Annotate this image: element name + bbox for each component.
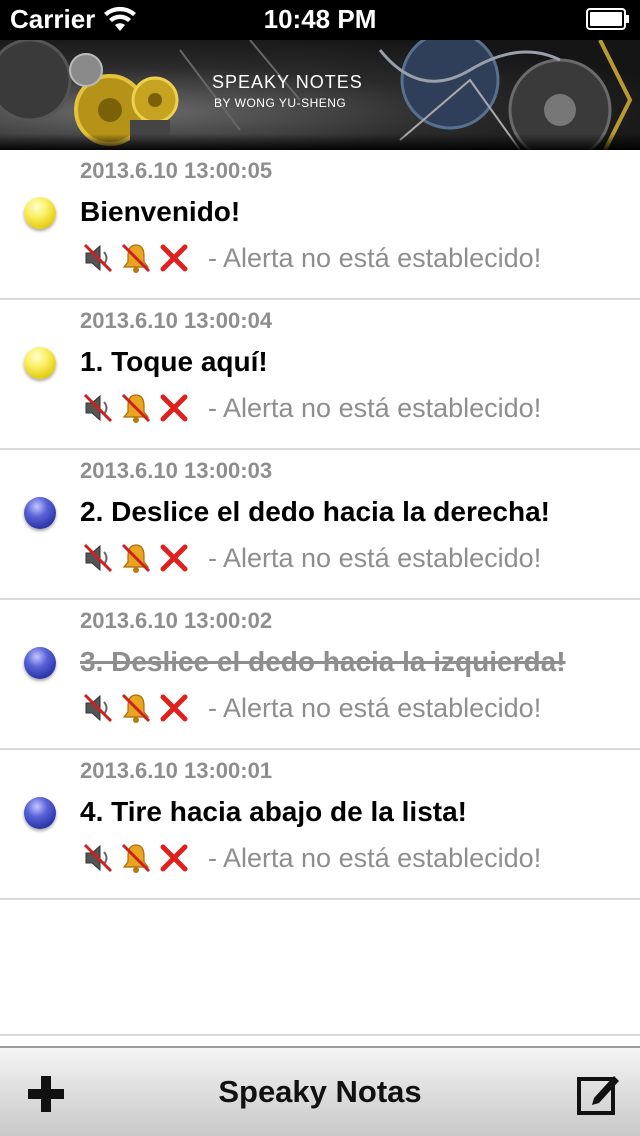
note-title: 1. Toque aquí! [80,346,268,377]
battery-icon [586,8,629,30]
status-right [586,8,630,30]
note-row[interactable]: 2013.6.10 13:00:03 2. Deslice el dedo ha… [0,450,640,600]
bell-muted-icon [121,243,151,273]
note-status-dot [24,797,56,829]
compose-icon [577,1076,619,1115]
note-row[interactable]: 2013.6.10 13:00:01 4. Tire hacia abajo d… [0,750,640,900]
note-timestamp: 2013.6.10 13:00:03 [80,458,273,483]
header-banner: SPEAKY NOTES BY WONG YU-SHENG [0,40,640,160]
red-x-icon [160,544,188,572]
speaker-muted-icon [83,393,113,423]
note-title: 2. Deslice el dedo hacia la derecha! [80,496,550,527]
note-status-dot [24,197,56,229]
note-alert-status: - Alerta no está establecido! [208,242,542,273]
note-alert-line: - Alerta no está establecido! [82,240,541,276]
status-bar: Carrier 10:48 PM [0,0,640,40]
note-row[interactable]: 2013.6.10 13:00:05 Bienvenido! - Alerta … [0,150,640,300]
note-status-dot [24,347,56,379]
note-alert-status: - Alerta no está establecido! [208,842,542,873]
note-status-dot [24,497,56,529]
note-alert-status: - Alerta no está establecido! [208,692,542,723]
note-timestamp: 2013.6.10 13:00:05 [80,158,273,183]
note-alert-line: - Alerta no está establecido! [82,690,541,726]
speaker-muted-icon [83,543,113,573]
note-row[interactable]: 2013.6.10 13:00:02 3. Deslice el dedo ha… [0,600,640,750]
edit-button[interactable] [576,1070,622,1116]
note-title: 4. Tire hacia abajo de la lista! [80,796,467,827]
toolbar-title: Speaky Notas [218,1074,422,1109]
note-alert-line: - Alerta no está establecido! [82,840,541,876]
note-status-dot [24,647,56,679]
note-list: 2013.6.10 13:00:05 Bienvenido! - Alerta … [0,150,640,900]
note-row[interactable]: 2013.6.10 13:00:04 1. Toque aquí! - Aler… [0,300,640,450]
bell-muted-icon [121,693,151,723]
note-alert-line: - Alerta no está establecido! [82,540,541,576]
note-timestamp: 2013.6.10 13:00:04 [80,308,273,333]
note-alert-status: - Alerta no está establecido! [208,392,542,423]
red-x-icon [160,394,188,422]
list-divider [0,1034,640,1036]
speaker-muted-icon [83,693,113,723]
bell-muted-icon [121,393,151,423]
red-x-icon [160,694,188,722]
note-timestamp: 2013.6.10 13:00:01 [80,758,273,783]
speaker-muted-icon [83,243,113,273]
bell-muted-icon [121,543,151,573]
note-timestamp: 2013.6.10 13:00:02 [80,608,273,633]
red-x-icon [160,844,188,872]
status-time: 10:48 PM [263,4,377,34]
banner-title: SPEAKY NOTES [212,72,363,92]
note-alert-status: - Alerta no está establecido! [208,542,542,573]
red-x-icon [160,244,188,272]
note-title: Bienvenido! [80,196,241,227]
note-title: 3. Deslice el dedo hacia la izquierda! [80,646,566,677]
speaker-muted-icon [83,843,113,873]
banner-subtitle: BY WONG YU-SHENG [214,96,347,110]
bell-muted-icon [121,843,151,873]
note-alert-line: - Alerta no está establecido! [82,390,541,426]
bottom-toolbar: Speaky Notas [0,1046,640,1136]
